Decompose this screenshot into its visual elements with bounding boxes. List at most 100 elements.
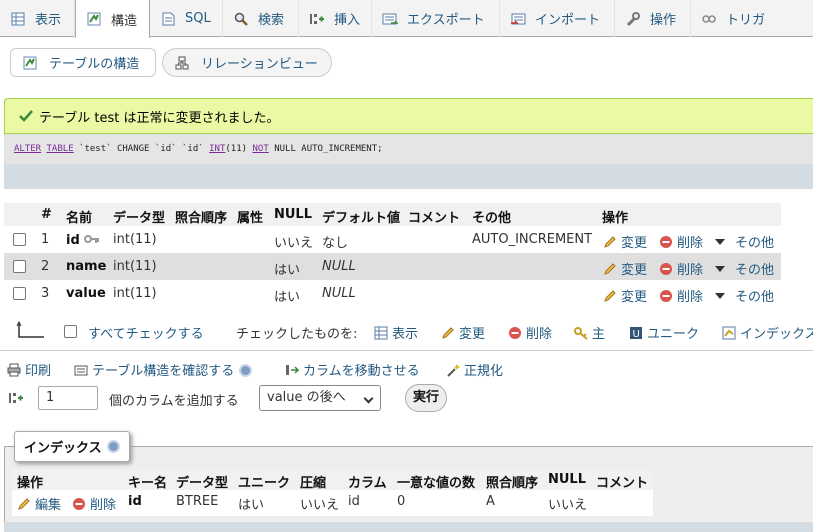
row-checkbox[interactable] <box>13 233 26 246</box>
move-label: カラムを移動させる <box>303 364 420 379</box>
col-header-null[interactable]: NULL <box>274 207 312 222</box>
tab-browse[interactable]: 表示 <box>0 0 75 37</box>
col-header-type[interactable]: データ型 <box>113 207 165 226</box>
check-all-checkbox[interactable] <box>64 325 77 338</box>
change-link[interactable]: 変更 <box>603 286 647 305</box>
check-all-label[interactable]: すべてチェックする <box>88 323 204 342</box>
unique-icon: U <box>629 326 643 340</box>
add-column-label: 個のカラムを追加する <box>109 394 239 409</box>
tab-label: インポート <box>535 13 601 28</box>
export-icon <box>382 11 399 27</box>
indexes-footer-bar <box>4 522 813 532</box>
trigger-icon <box>701 11 717 27</box>
more-dropdown[interactable]: その他 <box>714 232 774 251</box>
drop-link[interactable]: 削除 <box>659 286 703 305</box>
row-checkbox[interactable] <box>13 260 26 273</box>
propose-label: テーブル構造を確認する <box>92 364 235 379</box>
check-icon <box>19 109 33 123</box>
browse-icon <box>374 326 388 340</box>
tab-search[interactable]: 検索 <box>223 0 299 37</box>
more-dropdown[interactable]: その他 <box>714 259 774 278</box>
drop-link[interactable]: 削除 <box>659 259 703 278</box>
drop-label: 削除 <box>677 290 704 305</box>
col-header-comment[interactable]: コメント <box>408 207 460 226</box>
bulk-primary-label: 主 <box>592 327 606 342</box>
col-header-extra[interactable]: その他 <box>472 207 511 226</box>
tab-sql[interactable]: SQL <box>150 0 223 37</box>
tab-label: 検索 <box>258 13 285 28</box>
bulk-change-label: 変更 <box>459 327 486 342</box>
index-column: id <box>348 494 360 509</box>
sql-keyword[interactable]: NOT <box>253 144 269 154</box>
table-row: 3 value int(11) はい NULL 変更 削除 その他 <box>4 280 781 307</box>
tab-export[interactable]: エクスポート <box>372 0 500 37</box>
tab-structure[interactable]: 構造 <box>75 0 150 38</box>
drop-link[interactable]: 削除 <box>659 232 703 251</box>
row-checkbox[interactable] <box>13 287 26 300</box>
change-link[interactable]: 変更 <box>603 259 647 278</box>
change-link[interactable]: 変更 <box>603 232 647 251</box>
more-dropdown[interactable]: その他 <box>714 286 774 305</box>
indexes-header: 操作 キー名 データ型 ユニーク 圧縮 カラム 一意な値の数 照合順序 NULL… <box>12 470 653 491</box>
bulk-primary-button[interactable]: 主 <box>574 323 605 342</box>
tab-insert[interactable]: 挿入 <box>299 0 372 37</box>
sql-keyword[interactable]: INT <box>209 144 225 154</box>
column-position-select[interactable]: value の後へ <box>259 385 381 411</box>
change-label: 変更 <box>621 290 648 305</box>
tab-triggers[interactable]: トリガ <box>691 0 813 37</box>
pencil-icon <box>603 262 617 276</box>
bulk-drop-button[interactable]: 削除 <box>508 323 552 342</box>
idx-header-null: NULL <box>548 472 587 487</box>
drop-index-link[interactable]: 削除 <box>72 494 116 513</box>
bulk-unique-button[interactable]: U ユニーク <box>629 323 699 342</box>
bulk-browse-button[interactable]: 表示 <box>374 323 418 342</box>
row-num: 2 <box>41 259 50 274</box>
column-default: なし <box>322 236 349 251</box>
help-icon[interactable] <box>106 440 120 453</box>
column-type: int(11) <box>113 286 157 301</box>
index-keyname: id <box>128 494 142 509</box>
print-link[interactable]: 印刷 <box>7 360 51 379</box>
idx-header-action: 操作 <box>17 476 44 491</box>
idx-header-type: データ型 <box>176 476 229 491</box>
col-header-num: # <box>41 207 52 222</box>
drop-label: 削除 <box>677 236 704 251</box>
search-icon <box>233 11 249 27</box>
more-label: その他 <box>735 290 775 305</box>
idx-header-keyname: キー名 <box>128 476 168 491</box>
bulk-index-button[interactable]: インデックス <box>722 323 813 342</box>
subtab-relation-view[interactable]: リレーションビュー <box>162 48 332 77</box>
edit-index-link[interactable]: 編集 <box>17 494 61 513</box>
success-message: テーブル test は正常に変更されました。 <box>4 98 813 134</box>
more-label: その他 <box>735 236 775 251</box>
wrench-icon <box>625 11 641 27</box>
sql-keyword[interactable]: ALTER <box>14 144 41 154</box>
success-text: テーブル test は正常に変更されました。 <box>39 110 280 126</box>
table-header: # 名前 データ型 照合順序 属性 NULL デフォルト値 コメント その他 操… <box>4 203 781 226</box>
propose-structure-link[interactable]: テーブル構造を確認する <box>74 360 253 379</box>
pencil-icon <box>603 289 617 303</box>
col-header-attributes[interactable]: 属性 <box>237 207 263 226</box>
idx-header-packed: 圧縮 <box>300 476 327 491</box>
tab-import[interactable]: インポート <box>500 0 615 37</box>
import-icon <box>510 11 526 27</box>
help-icon[interactable] <box>239 364 253 377</box>
normalize-link[interactable]: 正規化 <box>446 360 503 379</box>
index-row: 編集 削除 id BTREE はい いいえ id 0 A いいえ <box>12 490 653 514</box>
svg-text:U: U <box>633 329 640 340</box>
column-count-input[interactable]: 1 <box>38 386 98 410</box>
go-button[interactable]: 実行 <box>405 384 447 412</box>
col-header-default[interactable]: デフォルト値 <box>322 207 400 226</box>
bulk-change-button[interactable]: 変更 <box>441 323 485 342</box>
tab-operations[interactable]: 操作 <box>615 0 691 37</box>
move-columns-link[interactable]: カラムを移動させる <box>285 360 420 379</box>
sql-text: `id` <box>182 144 204 154</box>
subtab-table-structure[interactable]: テーブルの構造 <box>10 48 156 77</box>
tab-label: 挿入 <box>334 13 361 28</box>
drop-icon <box>659 235 673 249</box>
primary-key-icon <box>84 232 100 246</box>
sql-keyword[interactable]: TABLE <box>47 144 74 154</box>
bulk-unique-label: ユニーク <box>647 327 700 342</box>
col-header-collation[interactable]: 照合順序 <box>175 207 227 226</box>
col-header-name[interactable]: 名前 <box>66 207 92 226</box>
